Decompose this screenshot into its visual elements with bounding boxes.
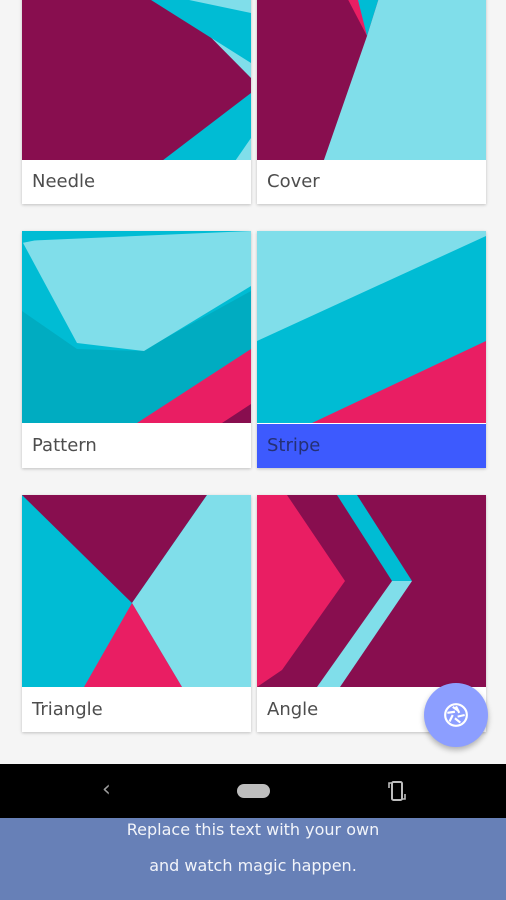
home-pill-icon[interactable] <box>237 784 270 798</box>
wallpaper-card-triangle[interactable]: Triangle <box>22 495 251 732</box>
needle-artwork <box>22 0 251 180</box>
apply-wallpaper-fab[interactable] <box>424 683 488 747</box>
triangle-artwork <box>22 495 251 687</box>
rotate-screen-icon[interactable] <box>388 780 406 806</box>
angle-artwork <box>257 495 486 687</box>
back-chevron-icon[interactable]: ‹ <box>102 776 111 804</box>
card-label: Pattern <box>22 424 251 468</box>
wallpaper-card-needle[interactable]: Needle <box>22 0 251 204</box>
card-label: Cover <box>257 160 486 204</box>
camera-shutter-icon <box>444 703 468 727</box>
card-label: Triangle <box>22 688 251 732</box>
wallpaper-card-cover[interactable]: Cover <box>257 0 486 204</box>
stripe-artwork <box>257 231 486 423</box>
promo-banner: Replace this text with your own and watc… <box>0 818 506 900</box>
wallpaper-card-pattern[interactable]: Pattern <box>22 231 251 468</box>
wallpaper-card-stripe[interactable]: Stripe <box>257 231 486 468</box>
card-label: Needle <box>22 160 251 204</box>
cover-artwork <box>257 0 486 180</box>
system-navigation-bar: ‹ <box>0 764 506 818</box>
banner-line-2: and watch magic happen. <box>149 856 357 875</box>
banner-line-1: Replace this text with your own <box>126 820 380 839</box>
pattern-artwork <box>22 231 251 423</box>
card-label-selected: Stripe <box>257 424 486 468</box>
